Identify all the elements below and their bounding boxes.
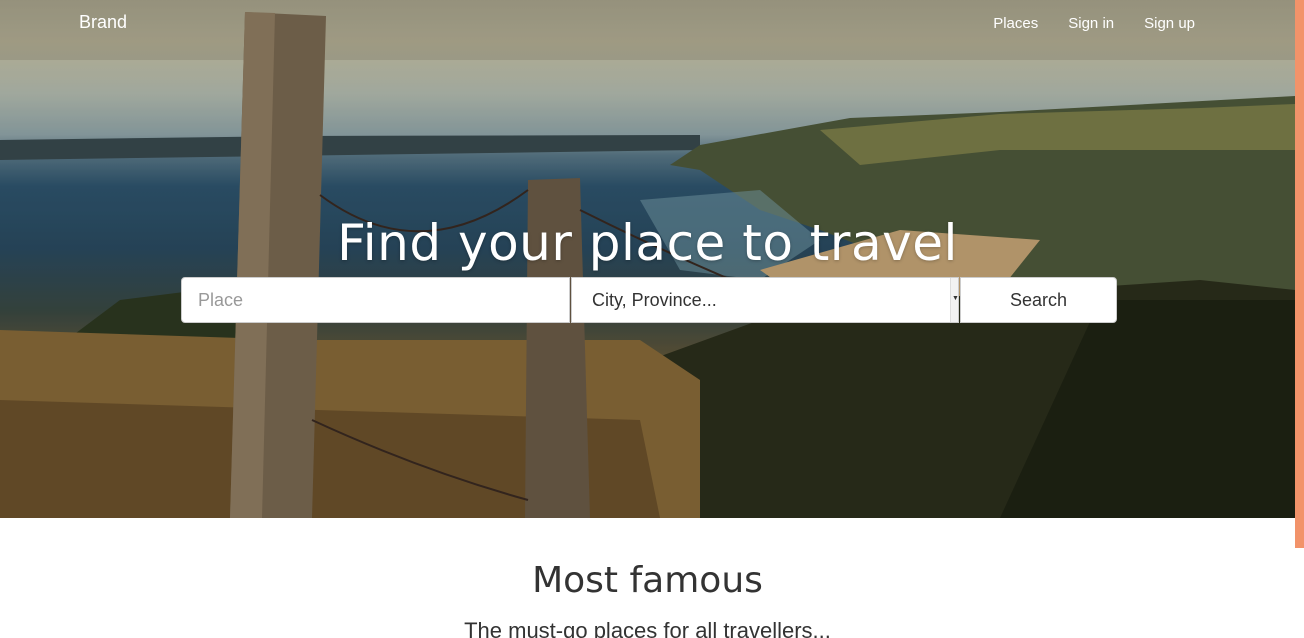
- search-form: City, Province... ▼ Search: [181, 277, 1117, 323]
- search-button[interactable]: Search: [960, 277, 1117, 323]
- nav-link-sign-up[interactable]: Sign up: [1144, 15, 1195, 32]
- hero-title: Find your place to travel: [337, 214, 958, 272]
- place-input[interactable]: [181, 277, 570, 323]
- hero-banner: Brand Places Sign in Sign up Find your p…: [0, 0, 1295, 518]
- nav-links: Places Sign in Sign up: [993, 15, 1195, 32]
- section-title: Most famous: [532, 560, 763, 601]
- nav-link-places[interactable]: Places: [993, 15, 1038, 32]
- city-select[interactable]: City, Province... ▼: [571, 277, 959, 323]
- select-arrow-icon[interactable]: ▼: [950, 278, 959, 322]
- section-subtitle: The must-go places for all travellers...: [464, 618, 831, 638]
- city-select-value: City, Province...: [592, 289, 717, 310]
- nav-link-sign-in[interactable]: Sign in: [1068, 15, 1114, 32]
- accent-strip: [1295, 0, 1304, 548]
- brand-logo[interactable]: Brand: [79, 12, 127, 33]
